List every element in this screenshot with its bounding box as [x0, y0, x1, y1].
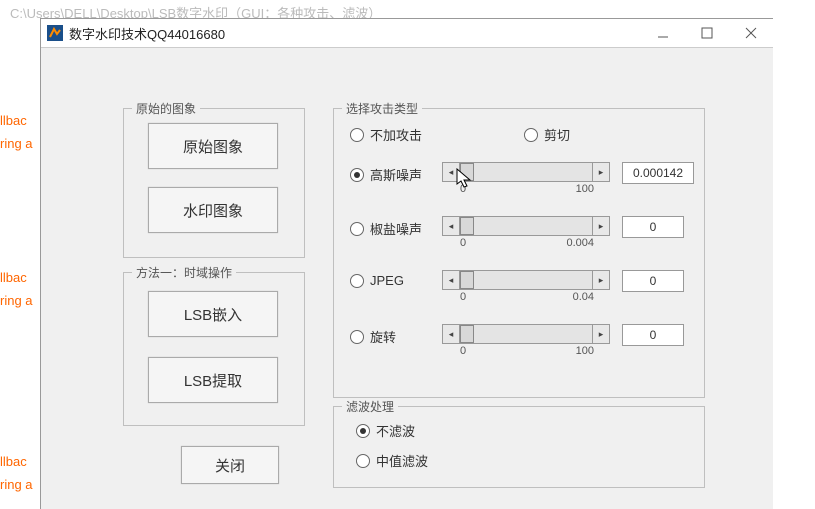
watermark-image-button[interactable]: 水印图象 [148, 187, 278, 233]
close-button[interactable] [729, 19, 773, 47]
jpeg-range: 00.04 [460, 291, 594, 303]
main-window: 数字水印技术QQ44016680 原始的图象 原始图象 水印图象 方法一：时域操… [40, 18, 773, 509]
matlab-icon [47, 25, 63, 41]
radio-label: 椒盐噪声 [370, 219, 422, 238]
titlebar[interactable]: 数字水印技术QQ44016680 [41, 19, 773, 48]
lsb-embed-button[interactable]: LSB嵌入 [148, 291, 278, 337]
radio-rotate[interactable]: 旋转 [350, 327, 396, 346]
close-app-button[interactable]: 关闭 [181, 446, 279, 484]
salt-range: 00.004 [460, 237, 594, 249]
radio-label: 不滤波 [376, 421, 415, 440]
minimize-button[interactable] [641, 19, 685, 47]
rotate-range: 0100 [460, 345, 594, 357]
group-attack-type: 选择攻击类型 不加攻击 剪切 高斯噪声 ◂▸ 0100 0.000142 椒盐噪… [333, 108, 705, 398]
bg-code: ring a [0, 293, 33, 308]
radio-salt-pepper[interactable]: 椒盐噪声 [350, 219, 422, 238]
radio-crop[interactable]: 剪切 [524, 125, 570, 144]
gaussian-slider[interactable]: ◂▸ [442, 163, 610, 181]
maximize-button[interactable] [685, 19, 729, 47]
radio-label: 高斯噪声 [370, 165, 422, 184]
group-legend: 原始的图象 [132, 100, 200, 117]
rotate-slider[interactable]: ◂▸ [442, 325, 610, 343]
original-image-button[interactable]: 原始图象 [148, 123, 278, 169]
radio-no-filter[interactable]: 不滤波 [356, 421, 415, 440]
gaussian-range: 0100 [460, 183, 594, 195]
group-method1: 方法一：时域操作 LSB嵌入 LSB提取 [123, 272, 305, 426]
radio-label: JPEG [370, 273, 404, 288]
radio-median-filter[interactable]: 中值滤波 [356, 451, 428, 470]
group-original-image: 原始的图象 原始图象 水印图象 [123, 108, 305, 258]
bg-code: llbac [0, 454, 27, 469]
bg-code: ring a [0, 136, 33, 151]
group-legend: 滤波处理 [342, 398, 398, 415]
rotate-value[interactable]: 0 [622, 324, 684, 346]
window-title: 数字水印技术QQ44016680 [69, 24, 641, 43]
group-legend: 选择攻击类型 [342, 100, 422, 117]
group-legend: 方法一：时域操作 [132, 264, 236, 281]
radio-label: 旋转 [370, 327, 396, 346]
bg-code: ring a [0, 477, 33, 492]
radio-no-attack[interactable]: 不加攻击 [350, 125, 422, 144]
lsb-extract-button[interactable]: LSB提取 [148, 357, 278, 403]
salt-value[interactable]: 0 [622, 216, 684, 238]
radio-label: 不加攻击 [370, 125, 422, 144]
salt-slider[interactable]: ◂▸ [442, 217, 610, 235]
radio-jpeg[interactable]: JPEG [350, 273, 404, 288]
jpeg-value[interactable]: 0 [622, 270, 684, 292]
bg-code: llbac [0, 113, 27, 128]
radio-label: 剪切 [544, 125, 570, 144]
gaussian-value[interactable]: 0.000142 [622, 162, 694, 184]
bg-code: llbac [0, 270, 27, 285]
radio-label: 中值滤波 [376, 451, 428, 470]
radio-gaussian-noise[interactable]: 高斯噪声 [350, 165, 422, 184]
jpeg-slider[interactable]: ◂▸ [442, 271, 610, 289]
group-filter: 滤波处理 不滤波 中值滤波 [333, 406, 705, 488]
